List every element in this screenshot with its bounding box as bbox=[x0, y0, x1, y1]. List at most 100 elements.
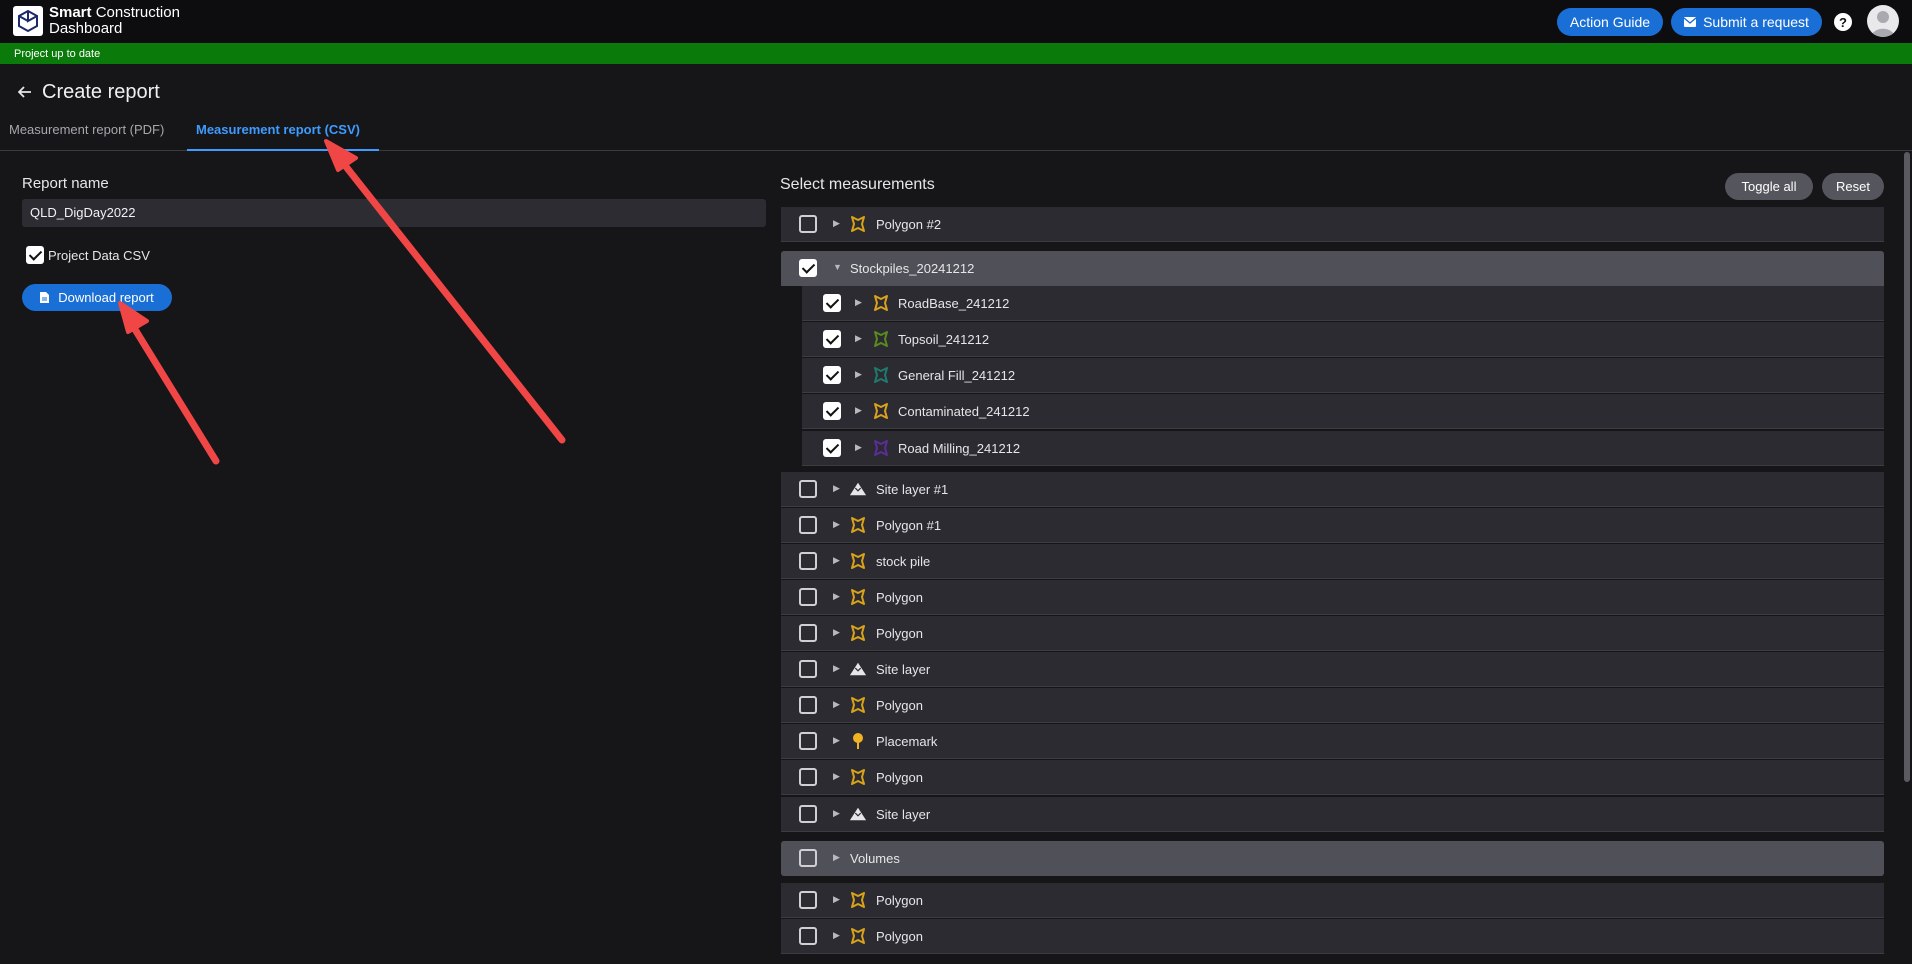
tab-measurement-csv[interactable]: Measurement report (CSV) bbox=[187, 115, 379, 151]
caret-right-icon[interactable]: ▶ bbox=[833, 483, 840, 494]
polygon-icon bbox=[849, 215, 867, 233]
user-avatar[interactable] bbox=[1867, 5, 1899, 37]
checkbox-unchecked-icon[interactable] bbox=[799, 215, 817, 233]
caret-right-icon[interactable]: ▶ bbox=[833, 771, 840, 782]
toggle-all-button[interactable]: Toggle all bbox=[1725, 173, 1813, 200]
measurement-row[interactable]: ▶ RoadBase_241212 bbox=[802, 286, 1884, 321]
checkbox-unchecked-icon[interactable] bbox=[799, 480, 817, 498]
caret-right-icon[interactable]: ▶ bbox=[855, 405, 862, 416]
arrow-left-icon[interactable] bbox=[17, 82, 32, 103]
project-data-csv-checkbox[interactable]: Project Data CSV bbox=[26, 246, 150, 264]
measurement-label: General Fill_241212 bbox=[898, 368, 1016, 383]
polygon-icon bbox=[849, 552, 867, 570]
caret-right-icon[interactable]: ▶ bbox=[833, 808, 840, 819]
caret-right-icon[interactable]: ▶ bbox=[855, 369, 862, 380]
checkbox-unchecked-icon[interactable] bbox=[799, 588, 817, 606]
measurement-row[interactable]: ▶ Road Milling_241212 bbox=[802, 431, 1884, 466]
checkbox-checked-icon[interactable] bbox=[823, 294, 841, 312]
caret-right-icon[interactable]: ▶ bbox=[833, 699, 840, 710]
select-measurements-title: Select measurements bbox=[780, 176, 935, 193]
checkbox-unchecked-icon[interactable] bbox=[799, 552, 817, 570]
tab-measurement-pdf[interactable]: Measurement report (PDF) bbox=[0, 115, 173, 151]
measurement-row[interactable]: ▶ Polygon bbox=[781, 688, 1884, 723]
annotation-arrow-download bbox=[118, 301, 220, 465]
measurement-row[interactable]: ▶ General Fill_241212 bbox=[802, 358, 1884, 393]
caret-right-icon[interactable]: ▶ bbox=[855, 297, 862, 308]
checkbox-unchecked-icon[interactable] bbox=[799, 927, 817, 945]
action-guide-button[interactable]: Action Guide bbox=[1557, 8, 1663, 36]
measurement-row[interactable]: ▶ Topsoil_241212 bbox=[802, 322, 1884, 357]
measurement-label: Polygon bbox=[876, 698, 923, 713]
checkbox-unchecked-icon[interactable] bbox=[799, 805, 817, 823]
caret-right-icon[interactable]: ▶ bbox=[855, 333, 862, 344]
report-name-input[interactable]: QLD_DigDay2022 bbox=[22, 199, 766, 227]
measurement-label: Contaminated_241212 bbox=[898, 404, 1030, 419]
caret-right-icon[interactable]: ▶ bbox=[833, 627, 840, 638]
measurement-label: Polygon bbox=[876, 893, 923, 908]
download-report-label: Download report bbox=[58, 290, 154, 305]
checkbox-unchecked-icon[interactable] bbox=[799, 891, 817, 909]
project-status-bar: Project up to date bbox=[0, 43, 1912, 64]
checkbox-checked-icon[interactable] bbox=[823, 366, 841, 384]
checkbox-unchecked-icon[interactable] bbox=[799, 624, 817, 642]
top-bar: Smart Construction Dashboard Action Guid… bbox=[0, 0, 1912, 43]
mountain-icon bbox=[849, 660, 867, 678]
caret-right-icon[interactable]: ▶ bbox=[833, 852, 840, 863]
caret-right-icon[interactable]: ▶ bbox=[833, 930, 840, 941]
measurement-group-row[interactable]: ▶ Volumes bbox=[781, 841, 1884, 876]
measurement-row[interactable]: ▶ Polygon bbox=[781, 616, 1884, 651]
measurement-label: Placemark bbox=[876, 734, 938, 749]
caret-down-icon[interactable]: ▼ bbox=[833, 262, 842, 272]
measurement-group-row[interactable]: ▼ Stockpiles_20241212 bbox=[781, 251, 1884, 286]
caret-right-icon[interactable]: ▶ bbox=[833, 735, 840, 746]
checkbox-unchecked-icon[interactable] bbox=[799, 696, 817, 714]
checkbox-unchecked-icon[interactable] bbox=[799, 660, 817, 678]
measurement-row[interactable]: ▶ Polygon bbox=[781, 760, 1884, 795]
report-tabs: Measurement report (PDF) Measurement rep… bbox=[0, 115, 1912, 151]
polygon-icon bbox=[872, 294, 890, 312]
measurement-row[interactable]: ▶ Site layer #1 bbox=[781, 472, 1884, 507]
caret-right-icon[interactable]: ▶ bbox=[833, 555, 840, 566]
measurement-label: Topsoil_241212 bbox=[898, 332, 990, 347]
app-logo[interactable]: Smart Construction Dashboard bbox=[13, 5, 180, 37]
measurement-row[interactable]: ▶ Polygon #1 bbox=[781, 508, 1884, 543]
measurement-label: Polygon #1 bbox=[876, 518, 942, 533]
measurement-label: Polygon bbox=[876, 590, 923, 605]
checkbox-unchecked-icon[interactable] bbox=[799, 768, 817, 786]
checkbox-checked-icon[interactable] bbox=[799, 259, 817, 277]
checkbox-unchecked-icon[interactable] bbox=[799, 732, 817, 750]
submit-request-button[interactable]: Submit a request bbox=[1671, 8, 1822, 36]
checkbox-unchecked-icon[interactable] bbox=[799, 849, 817, 867]
submit-request-label: Submit a request bbox=[1703, 14, 1809, 30]
polygon-icon bbox=[849, 624, 867, 642]
measurement-row[interactable]: ▶ Site layer bbox=[781, 797, 1884, 832]
measurement-row[interactable]: ▶ Site layer bbox=[781, 652, 1884, 687]
measurement-row[interactable]: ▶ Contaminated_241212 bbox=[802, 394, 1884, 429]
download-report-button[interactable]: Download report bbox=[22, 284, 172, 311]
caret-right-icon[interactable]: ▶ bbox=[833, 894, 840, 905]
checkbox-checked-icon[interactable] bbox=[823, 439, 841, 457]
toggle-all-label: Toggle all bbox=[1741, 179, 1797, 194]
reset-button[interactable]: Reset bbox=[1822, 173, 1884, 200]
caret-right-icon[interactable]: ▶ bbox=[855, 442, 862, 453]
checkbox-checked-icon[interactable] bbox=[823, 330, 841, 348]
measurement-row[interactable]: ▶ Polygon bbox=[781, 883, 1884, 918]
checkbox-checked-icon[interactable] bbox=[823, 402, 841, 420]
measurement-label: Road Milling_241212 bbox=[898, 441, 1021, 456]
measurement-label: Polygon bbox=[876, 770, 923, 785]
caret-right-icon[interactable]: ▶ bbox=[833, 218, 840, 229]
measurement-row[interactable]: ▶ Placemark bbox=[781, 724, 1884, 759]
checkbox-checked-icon[interactable] bbox=[26, 246, 44, 264]
measurement-row[interactable]: ▶ stock pile bbox=[781, 544, 1884, 579]
scrollbar[interactable] bbox=[1904, 152, 1910, 782]
checkbox-unchecked-icon[interactable] bbox=[799, 516, 817, 534]
caret-right-icon[interactable]: ▶ bbox=[833, 663, 840, 674]
caret-right-icon[interactable]: ▶ bbox=[833, 591, 840, 602]
measurement-label: Volumes bbox=[850, 851, 900, 866]
measurement-row[interactable]: ▶ Polygon bbox=[781, 580, 1884, 615]
help-icon[interactable]: ? bbox=[1834, 13, 1852, 31]
measurement-row[interactable]: ▶ Polygon bbox=[781, 919, 1884, 954]
measurement-row[interactable]: ▶ Polygon #2 bbox=[781, 207, 1884, 242]
caret-right-icon[interactable]: ▶ bbox=[833, 519, 840, 530]
polygon-icon bbox=[849, 927, 867, 945]
